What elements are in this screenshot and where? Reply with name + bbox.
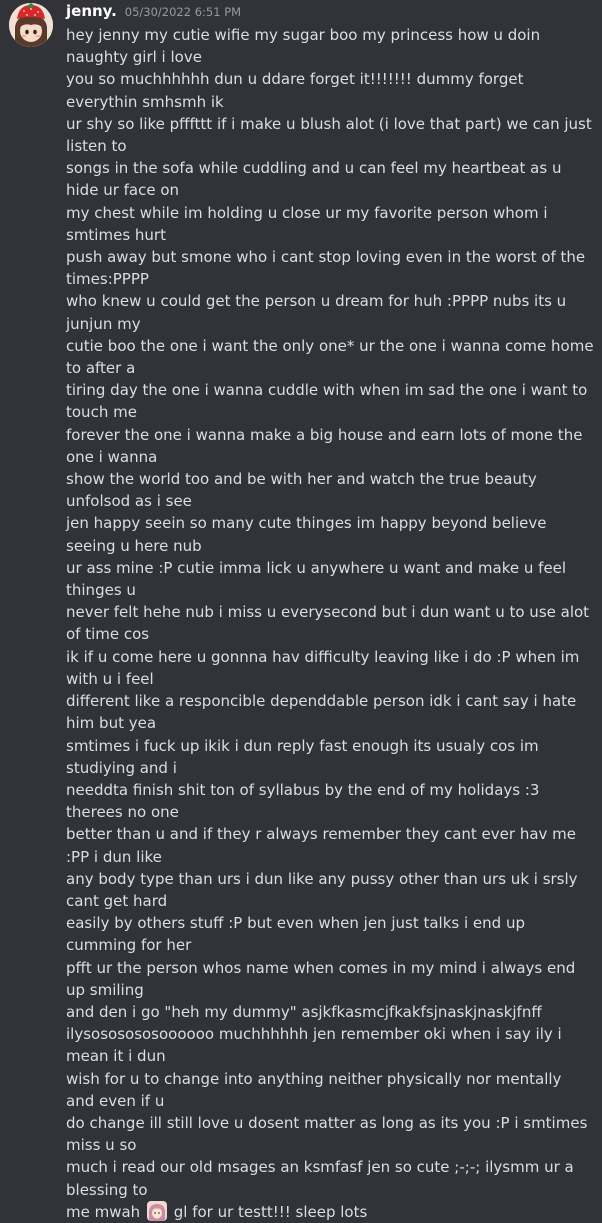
message-content: hey jenny my cutie wifie my sugar boo my… — [66, 24, 594, 1223]
message-line: tiring day the one i wanna cuddle with w… — [66, 381, 593, 422]
strawberry-hat-avatar-icon — [9, 3, 53, 47]
message-line: and den i go "heh my dummy" asjkfkasmcjf… — [66, 1002, 542, 1021]
username[interactable]: jenny. — [66, 2, 117, 20]
message-line: much i read our old msages an ksmfasf je… — [66, 1158, 579, 1199]
anime-girl-emoji-icon[interactable] — [146, 1200, 167, 1221]
message-line: different like a responcible dependdable… — [66, 692, 582, 733]
message-line: do change ill still love u dosent matter… — [66, 1113, 593, 1155]
message-line: needdta finish shit ton of syllabus by t… — [66, 780, 545, 822]
message-line: ilysososososoooooo muchhhhhh jen remembe… — [66, 1025, 567, 1066]
message-line: jen happy seein so many cute thinges im … — [66, 514, 552, 555]
message-text-before-emoji: me mwah — [66, 1202, 145, 1221]
message-line: wish for u to change into anything neith… — [66, 1069, 567, 1110]
message-line: easily by others stuff :P but even when … — [66, 914, 530, 955]
message-line: any body type than urs i dun like any pu… — [66, 869, 583, 910]
message-line: me mwah gl for ur testt!!! sleep lots — [66, 1200, 594, 1223]
message-line: ur ass mine :P cutie imma lick u anywher… — [66, 558, 571, 600]
message-line: who knew u could get the person u dream … — [66, 292, 571, 333]
message-line: show the world too and be with her and w… — [66, 470, 542, 511]
chat-message: jenny. 05/30/2022 6:51 PM hey jenny my c… — [0, 0, 602, 1223]
message-line: forever the one i wanna make a big house… — [66, 425, 588, 466]
message-line: hey jenny my cutie wifie my sugar boo my… — [66, 26, 545, 67]
message-header: jenny. 05/30/2022 6:51 PM — [66, 2, 594, 24]
message-line: push away but smone who i cant stop lovi… — [66, 248, 590, 289]
message-line: ik if u come here u gonnna hav difficult… — [66, 647, 585, 688]
message-line: songs in the sofa while cuddling and u c… — [66, 159, 567, 200]
message-line: ur shy so like pfffttt if i make u blush… — [66, 114, 597, 156]
message-text-after-emoji: gl for ur testt!!! sleep lots — [168, 1202, 368, 1221]
user-avatar[interactable] — [9, 3, 53, 47]
message-line: my chest while im holding u close ur my … — [66, 203, 553, 244]
message-line: never felt hehe nub i miss u everysecond… — [66, 603, 594, 644]
message-timestamp[interactable]: 05/30/2022 6:51 PM — [125, 5, 241, 19]
message-line: smtimes i fuck up ikik i dun reply fast … — [66, 736, 544, 777]
message-line: better than u and if they r always remem… — [66, 825, 581, 866]
message-line: pfft ur the person whos name when comes … — [66, 958, 581, 999]
message-line: you so muchhhhhh dun u ddare forget it!!… — [66, 70, 529, 111]
message-line: cutie boo the one i want the only one* u… — [66, 336, 599, 378]
